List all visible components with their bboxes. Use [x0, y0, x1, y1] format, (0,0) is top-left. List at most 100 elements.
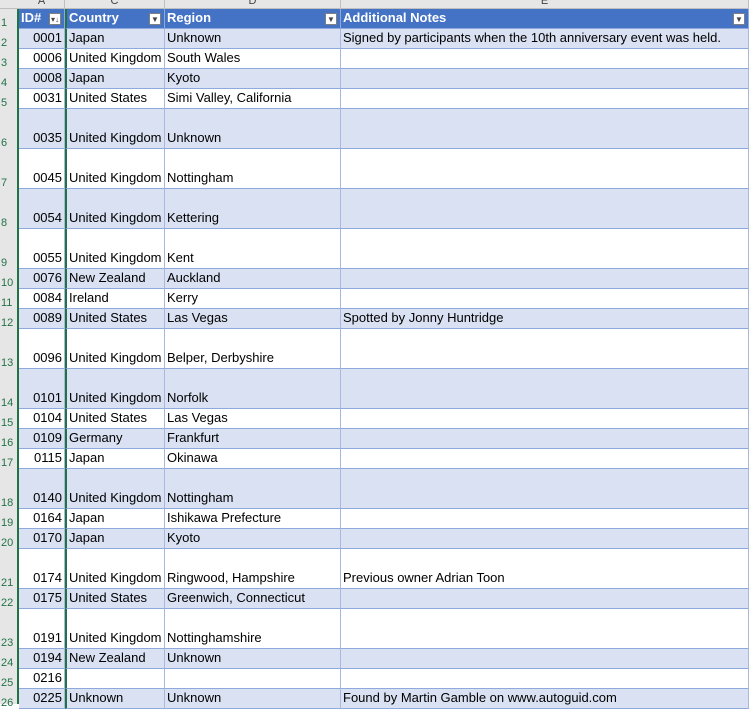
filter-dropdown-icon[interactable]: ▼: [149, 13, 161, 25]
cell-region[interactable]: Nottingham: [165, 469, 341, 509]
header-country[interactable]: Country ▼: [65, 9, 165, 29]
cell-country[interactable]: United Kingdom: [65, 369, 165, 409]
row-number[interactable]: 25: [0, 669, 17, 689]
row-number[interactable]: 23: [0, 609, 17, 649]
cell-id[interactable]: 0096: [19, 329, 65, 369]
cell-country[interactable]: Japan: [65, 449, 165, 469]
cell-country[interactable]: Ireland: [65, 289, 165, 309]
cell-id[interactable]: 0164: [19, 509, 65, 529]
row-number[interactable]: 18: [0, 469, 17, 509]
cell-region[interactable]: Simi Valley, California: [165, 89, 341, 109]
cell-notes[interactable]: [341, 289, 749, 309]
cell-country[interactable]: United Kingdom: [65, 329, 165, 369]
row-number[interactable]: 21: [0, 549, 17, 589]
cell-country[interactable]: United Kingdom: [65, 609, 165, 649]
cell-id[interactable]: 0084: [19, 289, 65, 309]
row-number[interactable]: 8: [0, 189, 17, 229]
header-id[interactable]: ID# ▾↓: [19, 9, 65, 29]
cell-id[interactable]: 0031: [19, 89, 65, 109]
cell-id[interactable]: 0006: [19, 49, 65, 69]
cell-country[interactable]: Japan: [65, 509, 165, 529]
cell-notes[interactable]: Signed by participants when the 10th ann…: [341, 29, 749, 49]
cell-region[interactable]: Belper, Derbyshire: [165, 329, 341, 369]
cell-notes[interactable]: [341, 69, 749, 89]
cell-country[interactable]: [65, 669, 165, 689]
cell-country[interactable]: United Kingdom: [65, 109, 165, 149]
cell-country[interactable]: United Kingdom: [65, 549, 165, 589]
cell-region[interactable]: Ishikawa Prefecture: [165, 509, 341, 529]
cell-region[interactable]: Kerry: [165, 289, 341, 309]
cell-notes[interactable]: Spotted by Jonny Huntridge: [341, 309, 749, 329]
cell-region[interactable]: Kyoto: [165, 529, 341, 549]
cell-country[interactable]: Japan: [65, 69, 165, 89]
cell-region[interactable]: Nottinghamshire: [165, 609, 341, 649]
row-number[interactable]: 11: [0, 289, 17, 309]
cell-id[interactable]: 0140: [19, 469, 65, 509]
cell-notes[interactable]: [341, 509, 749, 529]
cell-country[interactable]: United Kingdom: [65, 189, 165, 229]
cell-region[interactable]: Kent: [165, 229, 341, 269]
cell-country[interactable]: United Kingdom: [65, 229, 165, 269]
row-number[interactable]: 6: [0, 109, 17, 149]
cell-region[interactable]: Kyoto: [165, 69, 341, 89]
row-number[interactable]: 13: [0, 329, 17, 369]
row-number[interactable]: 4: [0, 69, 17, 89]
header-notes[interactable]: Additional Notes ▼: [341, 9, 749, 29]
cell-notes[interactable]: [341, 609, 749, 649]
cell-region[interactable]: Unknown: [165, 689, 341, 709]
cell-country[interactable]: Japan: [65, 529, 165, 549]
row-number[interactable]: 24: [0, 649, 17, 669]
column-letter-d[interactable]: D: [165, 0, 341, 8]
cell-country[interactable]: Unknown: [65, 689, 165, 709]
cell-region[interactable]: Kettering: [165, 189, 341, 229]
cell-region[interactable]: Norfolk: [165, 369, 341, 409]
cell-notes[interactable]: [341, 649, 749, 669]
cell-region[interactable]: Nottingham: [165, 149, 341, 189]
cell-id[interactable]: 0089: [19, 309, 65, 329]
cell-notes[interactable]: [341, 329, 749, 369]
row-number[interactable]: 26: [0, 689, 17, 709]
cell-notes[interactable]: [341, 369, 749, 409]
column-letter-a[interactable]: A: [19, 0, 65, 8]
row-number[interactable]: 7: [0, 149, 17, 189]
cell-region[interactable]: Unknown: [165, 109, 341, 149]
cell-region[interactable]: Las Vegas: [165, 309, 341, 329]
cell-notes[interactable]: [341, 229, 749, 269]
cell-notes[interactable]: [341, 269, 749, 289]
cell-id[interactable]: 0191: [19, 609, 65, 649]
cell-country[interactable]: United Kingdom: [65, 469, 165, 509]
cell-country[interactable]: United Kingdom: [65, 149, 165, 189]
cell-country[interactable]: United States: [65, 409, 165, 429]
cell-country[interactable]: United States: [65, 89, 165, 109]
cell-notes[interactable]: [341, 469, 749, 509]
row-number[interactable]: 5: [0, 89, 17, 109]
cell-region[interactable]: Frankfurt: [165, 429, 341, 449]
row-number[interactable]: 10: [0, 269, 17, 289]
cell-notes[interactable]: [341, 89, 749, 109]
cell-country[interactable]: New Zealand: [65, 269, 165, 289]
header-region[interactable]: Region ▼: [165, 9, 341, 29]
row-number[interactable]: 15: [0, 409, 17, 429]
cell-region[interactable]: [165, 669, 341, 689]
cell-id[interactable]: 0035: [19, 109, 65, 149]
row-number[interactable]: 1: [0, 9, 17, 29]
row-number[interactable]: 14: [0, 369, 17, 409]
cell-notes[interactable]: [341, 189, 749, 229]
filter-dropdown-icon[interactable]: ▼: [325, 13, 337, 25]
cell-id[interactable]: 0001: [19, 29, 65, 49]
cell-country[interactable]: New Zealand: [65, 649, 165, 669]
row-number[interactable]: 9: [0, 229, 17, 269]
cell-notes[interactable]: [341, 149, 749, 189]
row-number[interactable]: 22: [0, 589, 17, 609]
row-number[interactable]: 20: [0, 529, 17, 549]
cell-notes[interactable]: [341, 669, 749, 689]
cell-notes[interactable]: [341, 109, 749, 149]
cell-id[interactable]: 0109: [19, 429, 65, 449]
cell-notes[interactable]: [341, 49, 749, 69]
cell-id[interactable]: 0194: [19, 649, 65, 669]
row-number[interactable]: 3: [0, 49, 17, 69]
filter-dropdown-icon[interactable]: ▼: [733, 13, 745, 25]
cell-id[interactable]: 0054: [19, 189, 65, 229]
cell-id[interactable]: 0174: [19, 549, 65, 589]
cell-region[interactable]: Unknown: [165, 649, 341, 669]
